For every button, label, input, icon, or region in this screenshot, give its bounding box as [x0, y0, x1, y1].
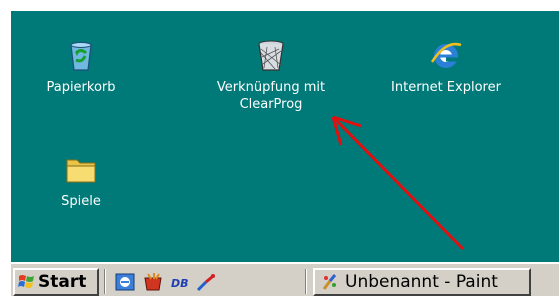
desktop-icon-internet-explorer[interactable]: Internet Explorer [371, 37, 521, 96]
screen: Papierkorb Verknüpfung mit ClearProg Int… [0, 0, 559, 296]
taskbar-separator [305, 269, 307, 294]
browser-icon[interactable] [114, 271, 136, 293]
internet-explorer-icon [430, 42, 462, 68]
taskbar: Start DB Unbenannt - Paint [11, 262, 559, 296]
game-icon[interactable] [142, 271, 164, 293]
desktop-icon-label: Papierkorb [46, 80, 116, 95]
start-label: Start [38, 272, 87, 292]
desktop[interactable]: Papierkorb Verknüpfung mit ClearProg Int… [11, 11, 559, 262]
database-icon[interactable]: DB [169, 271, 191, 293]
desktop-icon-clearprog-shortcut[interactable]: Verknüpfung mit ClearProg [196, 37, 346, 113]
recycle-bin-icon [70, 42, 92, 71]
desktop-icon-recycle-bin[interactable]: Papierkorb [41, 37, 121, 96]
windows-logo-icon [18, 275, 34, 288]
wastebasket-icon [258, 40, 284, 71]
paint-icon [322, 274, 337, 290]
task-label: Unbenannt - Paint [345, 272, 498, 292]
taskbar-separator [104, 269, 106, 294]
start-button[interactable]: Start [13, 268, 99, 296]
desktop-icon-label: Internet Explorer [391, 80, 501, 95]
tool-icon[interactable] [195, 271, 217, 293]
desktop-icon-label: Verknüpfung mit ClearProg [216, 80, 326, 112]
desktop-icon-games-folder[interactable]: Spiele [41, 151, 121, 210]
taskbar-button-paint[interactable]: Unbenannt - Paint [313, 268, 531, 296]
svg-text:DB: DB [171, 277, 189, 290]
folder-icon [66, 159, 96, 183]
desktop-icon-label: Spiele [61, 194, 101, 209]
